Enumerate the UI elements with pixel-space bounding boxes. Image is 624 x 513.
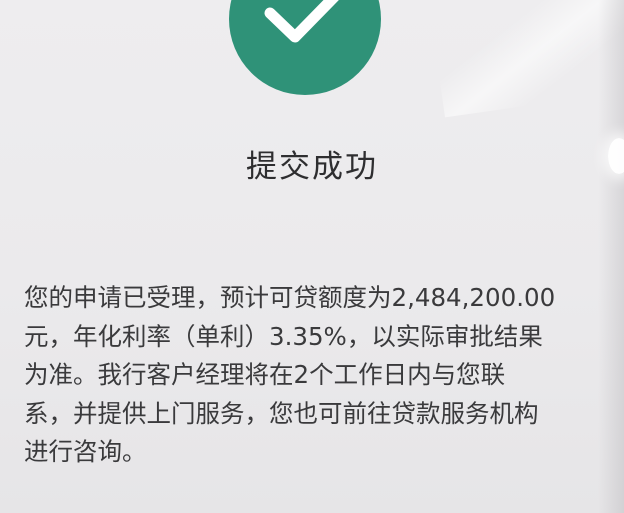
message-line: 元，年化利率（单利）3.35%，以实际审批结果: [24, 321, 543, 351]
page-title: 提交成功: [246, 149, 378, 185]
message-line: 系，并提供上门服务，您也可前往贷款服务机构: [24, 398, 539, 428]
message-line: 为准。我行客户经理将在2个工作日内与您联: [24, 360, 506, 389]
message-line: 您的申请已受理，预计可贷额度为2,484,200.00: [24, 283, 556, 312]
result-message: 您的申请已受理，预计可贷额度为2,484,200.00 元，年化利率（单利）3.…: [24, 279, 590, 472]
success-check-icon: [229, 0, 381, 95]
screen-edge-shadow: [598, 0, 624, 513]
submission-result-screen: 提交成功 您的申请已受理，预计可贷额度为2,484,200.00 元，年化利率（…: [0, 0, 624, 513]
message-line: 进行咨询。: [24, 437, 147, 466]
screen-glare: [425, 0, 624, 118]
